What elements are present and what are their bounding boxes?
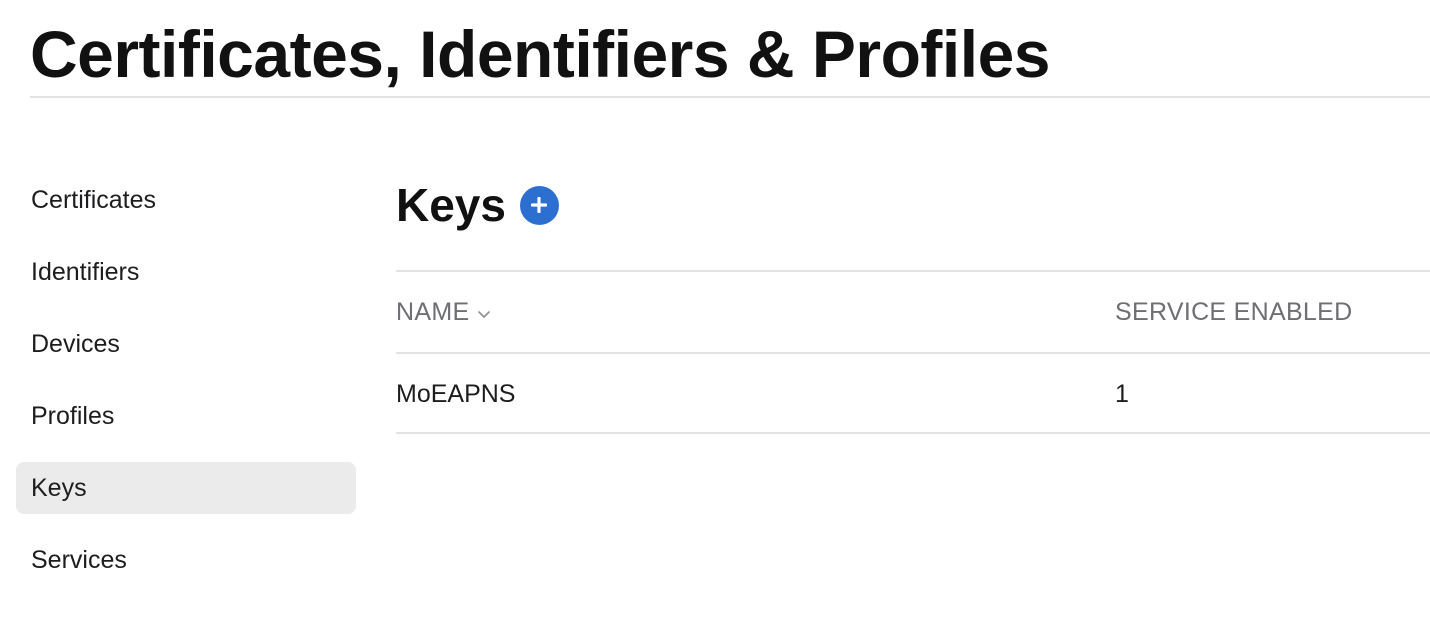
sidebar-item-profiles[interactable]: Profiles <box>16 390 356 442</box>
column-header-service-enabled: SERVICE ENABLED <box>1115 298 1353 326</box>
sidebar-item-devices[interactable]: Devices <box>16 318 356 370</box>
section-title: Keys <box>396 179 506 231</box>
plus-circle-icon <box>531 197 548 213</box>
service-enabled-cell: 1 <box>1115 380 1129 408</box>
main-content: Keys NAME SERVICE ENABLED MoEAPNS 1 <box>396 170 1430 434</box>
sidebar: Certificates Identifiers Devices Profile… <box>16 174 356 606</box>
page-title: Certificates, Identifiers & Profiles <box>30 17 1051 91</box>
sidebar-item-keys[interactable]: Keys <box>16 462 356 514</box>
sidebar-item-certificates[interactable]: Certificates <box>16 174 356 226</box>
table-row[interactable]: MoEAPNS 1 <box>396 352 1430 434</box>
keys-table: NAME SERVICE ENABLED MoEAPNS 1 <box>396 270 1430 434</box>
title-divider <box>30 96 1430 98</box>
sidebar-item-services[interactable]: Services <box>16 534 356 586</box>
chevron-down-icon <box>477 271 491 351</box>
column-header-name-label: NAME <box>396 298 470 326</box>
column-header-name[interactable]: NAME <box>396 272 491 353</box>
key-name-cell[interactable]: MoEAPNS <box>396 354 515 434</box>
sidebar-item-identifiers[interactable]: Identifiers <box>16 246 356 298</box>
table-header-row: NAME SERVICE ENABLED <box>396 270 1430 352</box>
section-header: Keys <box>396 170 1430 240</box>
add-key-button[interactable] <box>519 185 559 225</box>
